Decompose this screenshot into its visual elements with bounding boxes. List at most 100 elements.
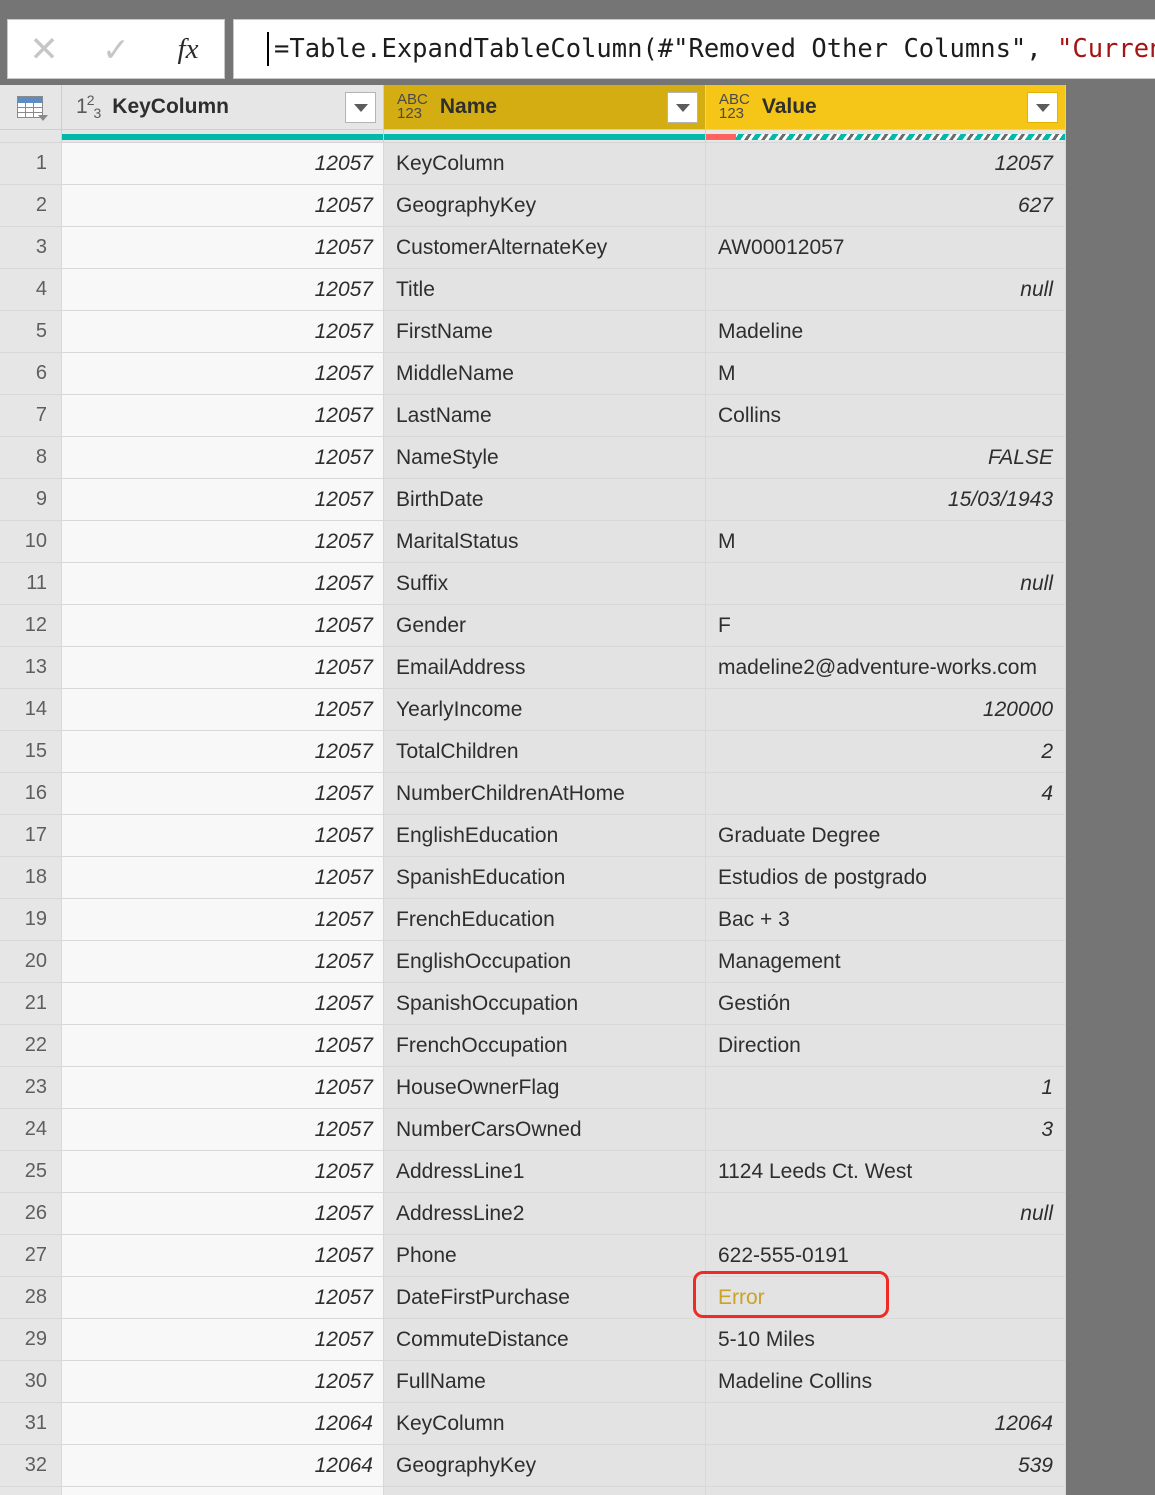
cell-keycolumn[interactable]: 12057 bbox=[62, 857, 384, 898]
cell-name[interactable]: EnglishOccupation bbox=[384, 941, 706, 982]
cell-name[interactable]: CustomerAlternateKey bbox=[384, 227, 706, 268]
row-number[interactable]: 9 bbox=[0, 479, 62, 520]
cell-name[interactable]: Suffix bbox=[384, 563, 706, 604]
cell-name[interactable]: GeographyKey bbox=[384, 1445, 706, 1486]
cell-keycolumn[interactable]: 12057 bbox=[62, 1067, 384, 1108]
cell-keycolumn[interactable]: 12057 bbox=[62, 1151, 384, 1192]
cancel-button[interactable]: ✕ bbox=[8, 20, 80, 78]
cell-keycolumn[interactable]: 12057 bbox=[62, 647, 384, 688]
cell-value[interactable]: Madeline bbox=[706, 311, 1066, 352]
cell-name[interactable]: CommuteDistance bbox=[384, 1319, 706, 1360]
cell-keycolumn[interactable]: 12057 bbox=[62, 773, 384, 814]
column-filter-button-keycolumn[interactable] bbox=[345, 92, 376, 123]
cell-name[interactable]: NumberChildrenAtHome bbox=[384, 773, 706, 814]
cell-keycolumn[interactable]: 12057 bbox=[62, 353, 384, 394]
cell-value[interactable]: F bbox=[706, 605, 1066, 646]
cell-value[interactable]: Madeline Collins bbox=[706, 1361, 1066, 1402]
row-number[interactable]: 5 bbox=[0, 311, 62, 352]
cell-keycolumn[interactable]: 12057 bbox=[62, 1025, 384, 1066]
cell-value[interactable]: 627 bbox=[706, 185, 1066, 226]
cell-name[interactable]: HouseOwnerFlag bbox=[384, 1067, 706, 1108]
select-all-corner-button[interactable] bbox=[0, 85, 62, 129]
cell-keycolumn[interactable]: 12057 bbox=[62, 1109, 384, 1150]
cell-keycolumn[interactable]: 12057 bbox=[62, 605, 384, 646]
table-row[interactable]: 912057BirthDate15/03/1943 bbox=[0, 479, 1066, 521]
table-row[interactable]: 1212057GenderF bbox=[0, 605, 1066, 647]
cell-name[interactable]: EnglishEducation bbox=[384, 815, 706, 856]
cell-keycolumn[interactable]: 12057 bbox=[62, 185, 384, 226]
cell-value[interactable]: Graduate Degree bbox=[706, 815, 1066, 856]
cell-name[interactable]: SpanishEducation bbox=[384, 857, 706, 898]
cell-keycolumn[interactable]: 12057 bbox=[62, 983, 384, 1024]
cell-value[interactable]: Estudios de postgrado bbox=[706, 857, 1066, 898]
table-row[interactable]: 2712057Phone622-555-0191 bbox=[0, 1235, 1066, 1277]
row-number[interactable]: 7 bbox=[0, 395, 62, 436]
table-row-partial[interactable] bbox=[0, 1487, 1066, 1495]
row-number[interactable] bbox=[0, 1487, 62, 1495]
table-row[interactable]: 812057NameStyleFALSE bbox=[0, 437, 1066, 479]
cell-value[interactable]: 4 bbox=[706, 773, 1066, 814]
row-number[interactable]: 10 bbox=[0, 521, 62, 562]
cell-keycolumn[interactable]: 12057 bbox=[62, 1361, 384, 1402]
column-header-name[interactable]: ABC123 Name bbox=[384, 85, 706, 129]
table-row[interactable]: 112057KeyColumn12057 bbox=[0, 143, 1066, 185]
cell-value[interactable]: Management bbox=[706, 941, 1066, 982]
table-row[interactable]: 2012057EnglishOccupationManagement bbox=[0, 941, 1066, 983]
table-row[interactable]: 1612057NumberChildrenAtHome4 bbox=[0, 773, 1066, 815]
row-number[interactable]: 3 bbox=[0, 227, 62, 268]
cell-value[interactable]: 12064 bbox=[706, 1403, 1066, 1444]
cell-value[interactable]: 5-10 Miles bbox=[706, 1319, 1066, 1360]
row-number[interactable]: 16 bbox=[0, 773, 62, 814]
cell-name[interactable]: KeyColumn bbox=[384, 1403, 706, 1444]
table-row[interactable]: 612057MiddleNameM bbox=[0, 353, 1066, 395]
row-number[interactable]: 19 bbox=[0, 899, 62, 940]
cell-value[interactable]: null bbox=[706, 269, 1066, 310]
row-number[interactable]: 22 bbox=[0, 1025, 62, 1066]
cell-name[interactable]: BirthDate bbox=[384, 479, 706, 520]
table-row[interactable]: 1412057YearlyIncome120000 bbox=[0, 689, 1066, 731]
table-row[interactable]: 2912057CommuteDistance5-10 Miles bbox=[0, 1319, 1066, 1361]
row-number[interactable]: 21 bbox=[0, 983, 62, 1024]
row-number[interactable]: 2 bbox=[0, 185, 62, 226]
cell-name[interactable]: AddressLine2 bbox=[384, 1193, 706, 1234]
cell-value[interactable]: 622-555-0191 bbox=[706, 1235, 1066, 1276]
table-row[interactable]: 1912057FrenchEducationBac + 3 bbox=[0, 899, 1066, 941]
column-quality-keycolumn[interactable] bbox=[62, 130, 384, 142]
cell-keycolumn[interactable]: 12064 bbox=[62, 1403, 384, 1444]
cell-value[interactable]: Collins bbox=[706, 395, 1066, 436]
row-number[interactable]: 31 bbox=[0, 1403, 62, 1444]
cell-keycolumn[interactable]: 12057 bbox=[62, 1319, 384, 1360]
row-number[interactable]: 26 bbox=[0, 1193, 62, 1234]
cell-value[interactable]: Bac + 3 bbox=[706, 899, 1066, 940]
cell-value[interactable]: 15/03/1943 bbox=[706, 479, 1066, 520]
table-row[interactable]: 2412057NumberCarsOwned3 bbox=[0, 1109, 1066, 1151]
cell-keycolumn[interactable]: 12057 bbox=[62, 227, 384, 268]
cell-name[interactable]: EmailAddress bbox=[384, 647, 706, 688]
row-number[interactable]: 18 bbox=[0, 857, 62, 898]
table-row[interactable]: 2612057AddressLine2null bbox=[0, 1193, 1066, 1235]
cell-value[interactable]: FALSE bbox=[706, 437, 1066, 478]
cell-name[interactable]: Gender bbox=[384, 605, 706, 646]
cell-keycolumn[interactable]: 12057 bbox=[62, 689, 384, 730]
row-number[interactable]: 29 bbox=[0, 1319, 62, 1360]
row-number[interactable]: 8 bbox=[0, 437, 62, 478]
cell-keycolumn[interactable]: 12057 bbox=[62, 899, 384, 940]
cell-keycolumn[interactable]: 12057 bbox=[62, 479, 384, 520]
cell-name[interactable]: FrenchOccupation bbox=[384, 1025, 706, 1066]
cell-name[interactable]: FirstName bbox=[384, 311, 706, 352]
table-row[interactable]: 3112064KeyColumn12064 bbox=[0, 1403, 1066, 1445]
table-row[interactable]: 2312057HouseOwnerFlag1 bbox=[0, 1067, 1066, 1109]
table-row[interactable]: 512057FirstNameMadeline bbox=[0, 311, 1066, 353]
cell-name[interactable]: NumberCarsOwned bbox=[384, 1109, 706, 1150]
row-number[interactable]: 25 bbox=[0, 1151, 62, 1192]
cell-value[interactable]: madeline2@adventure-works.com bbox=[706, 647, 1066, 688]
cell-name[interactable]: MiddleName bbox=[384, 353, 706, 394]
table-row[interactable]: 1712057EnglishEducationGraduate Degree bbox=[0, 815, 1066, 857]
cell-value[interactable]: 1 bbox=[706, 1067, 1066, 1108]
column-filter-button-name[interactable] bbox=[667, 92, 698, 123]
cell-keycolumn[interactable]: 12057 bbox=[62, 395, 384, 436]
table-row[interactable]: 3012057FullNameMadeline Collins bbox=[0, 1361, 1066, 1403]
table-row[interactable]: 712057LastNameCollins bbox=[0, 395, 1066, 437]
cell-name[interactable]: KeyColumn bbox=[384, 143, 706, 184]
row-number[interactable]: 1 bbox=[0, 143, 62, 184]
